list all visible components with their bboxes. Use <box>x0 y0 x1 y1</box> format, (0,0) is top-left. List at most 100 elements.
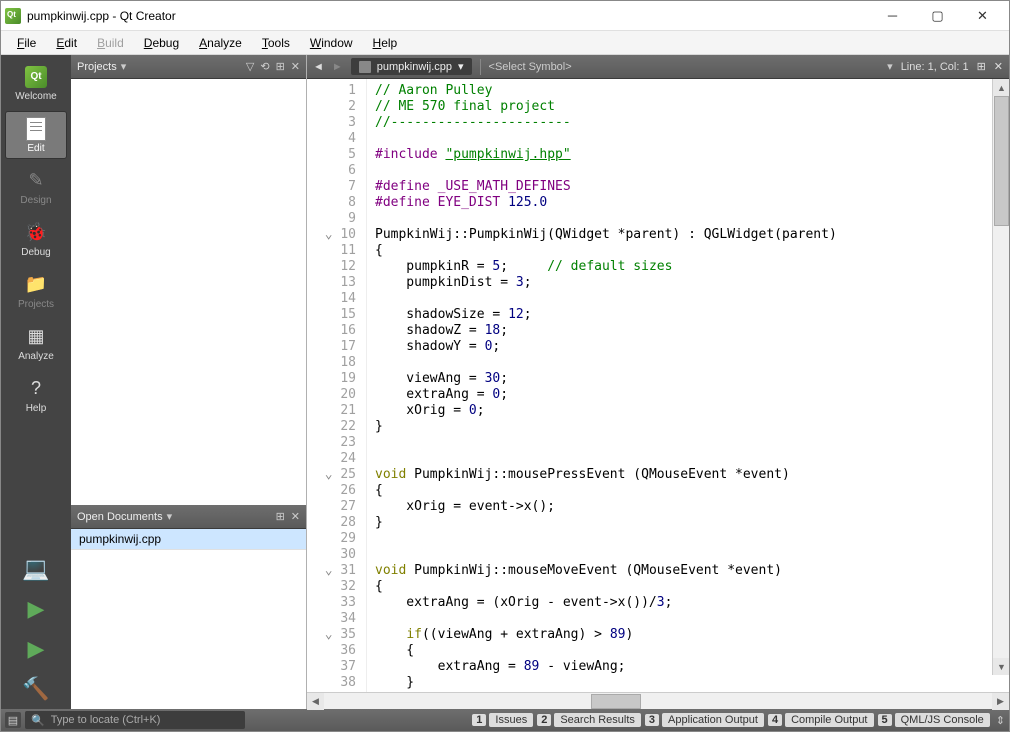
document-icon <box>24 117 48 141</box>
split-icon[interactable]: ⊞ <box>276 60 285 73</box>
horizontal-scrollbar[interactable]: ◀ ▶ <box>307 692 1009 709</box>
scrollbar-thumb[interactable] <box>994 96 1009 226</box>
tab-number: 3 <box>645 714 659 726</box>
close-pane-icon[interactable]: ✕ <box>291 60 300 73</box>
projects-pane-title: Projects <box>77 61 117 73</box>
locator-input[interactable]: 🔍 Type to locate (Ctrl+K) <box>25 711 245 729</box>
mode-label: Edit <box>27 143 44 154</box>
output-tab-application-output[interactable]: 3Application Output <box>645 713 764 727</box>
menu-help[interactable]: Help <box>363 33 408 53</box>
tab-number: 5 <box>878 714 892 726</box>
close-button[interactable]: ✕ <box>960 2 1005 30</box>
mode-sidebar: Qt Welcome Edit ✎ Design 🐞 Debug 📁 Projects ▦Anal… <box>1 55 71 709</box>
output-tab-qml-js-console[interactable]: 5QML/JS Console <box>878 713 990 727</box>
action-build[interactable]: 🔨 <box>5 669 67 709</box>
mode-label: Welcome <box>15 91 57 102</box>
brush-icon: ✎ <box>24 169 48 193</box>
output-tab-issues[interactable]: 1Issues <box>472 713 533 727</box>
mode-projects: 📁 Projects <box>5 267 67 315</box>
tab-label: Search Results <box>554 713 641 727</box>
editor-filename: pumpkinwij.cpp <box>377 61 452 73</box>
mode-design: ✎ Design <box>5 163 67 211</box>
menu-edit[interactable]: Edit <box>46 33 87 53</box>
tab-label: Compile Output <box>785 713 873 727</box>
scroll-down-icon[interactable]: ▼ <box>993 658 1009 675</box>
open-docs-title: Open Documents <box>77 511 163 523</box>
projects-pane-header[interactable]: Projects ▾ ▽ ⟲ ⊞ ✕ <box>71 55 306 79</box>
split-editor-icon[interactable]: ⊞ <box>977 60 986 73</box>
menu-build: Build <box>87 33 134 53</box>
sync-icon[interactable]: ⟲ <box>260 60 269 73</box>
menu-analyze[interactable]: Analyze <box>189 33 252 53</box>
action-play[interactable]: ▶ <box>5 589 67 629</box>
editor-area: ◄ ► pumpkinwij.cpp ▾ <Select Symbol> ▾ L… <box>307 55 1009 709</box>
output-expand-icon[interactable]: ⇕ <box>996 714 1005 727</box>
scroll-left-icon[interactable]: ◀ <box>307 693 324 710</box>
chevron-down-icon[interactable]: ▾ <box>167 510 173 523</box>
code-editor[interactable]: 1 2 3 4 5 6 7 8 9⌄ 10 11 12 13 14 15 16 … <box>307 79 1009 692</box>
menu-debug[interactable]: Debug <box>134 33 189 53</box>
chevron-down-icon[interactable]: ▾ <box>887 60 893 73</box>
close-pane-icon[interactable]: ✕ <box>291 510 300 523</box>
split-icon[interactable]: ⊞ <box>276 510 285 523</box>
nav-forward-button[interactable]: ► <box>332 61 343 73</box>
tab-label: Issues <box>489 713 533 727</box>
symbol-selector[interactable]: <Select Symbol> <box>489 61 572 73</box>
computer-icon: 💻 <box>22 556 49 582</box>
qt-logo-icon: Qt <box>24 65 48 89</box>
window-titlebar: pumpkinwij.cpp - Qt Creator ─ ▢ ✕ <box>1 1 1009 31</box>
tab-number: 2 <box>537 714 551 726</box>
vertical-scrollbar[interactable]: ▲ ▼ <box>992 79 1009 675</box>
line-number-gutter: 1 2 3 4 5 6 7 8 9⌄ 10 11 12 13 14 15 16 … <box>307 79 367 692</box>
menu-tools[interactable]: Tools <box>252 33 300 53</box>
chevron-down-icon[interactable]: ▾ <box>121 60 127 73</box>
filter-icon[interactable]: ▽ <box>246 60 254 73</box>
folder-icon: 📁 <box>24 273 48 297</box>
open-docs-header[interactable]: Open Documents ▾ ⊞ ✕ <box>71 505 306 529</box>
separator <box>480 59 481 75</box>
nav-back-button[interactable]: ◄ <box>313 61 324 73</box>
editor-file-selector[interactable]: pumpkinwij.cpp ▾ <box>351 58 472 75</box>
hide-sidebar-icon[interactable]: ▤ <box>5 712 21 728</box>
scrollbar-thumb[interactable] <box>591 694 641 709</box>
status-bar: ▤ 🔍 Type to locate (Ctrl+K) 1Issues 2Sear… <box>1 709 1009 731</box>
scroll-right-icon[interactable]: ▶ <box>992 693 1009 710</box>
mode-help[interactable]: ? Help <box>5 371 67 419</box>
qt-logo-icon <box>5 8 21 24</box>
help-icon: ? <box>24 377 48 401</box>
minimize-button[interactable]: ─ <box>870 2 915 30</box>
tab-number: 1 <box>472 714 486 726</box>
editor-toolbar: ◄ ► pumpkinwij.cpp ▾ <Select Symbol> ▾ L… <box>307 55 1009 79</box>
chart-icon: ▦ <box>24 325 48 349</box>
maximize-button[interactable]: ▢ <box>915 2 960 30</box>
locator-placeholder: Type to locate (Ctrl+K) <box>51 714 161 726</box>
window-title: pumpkinwij.cpp - Qt Creator <box>27 9 870 23</box>
play-debug-icon: ▶ <box>28 636 45 662</box>
output-tab-search-results[interactable]: 2Search Results <box>537 713 641 727</box>
action-playdbg[interactable]: ▶ <box>5 629 67 669</box>
tab-label: Application Output <box>662 713 764 727</box>
code-text[interactable]: // Aaron Pulley// ME 570 final project//… <box>367 79 1009 692</box>
scroll-up-icon[interactable]: ▲ <box>993 79 1009 96</box>
mode-analyze[interactable]: ▦Analyze <box>5 319 67 367</box>
menu-window[interactable]: Window <box>300 33 363 53</box>
bug-icon: 🐞 <box>24 221 48 245</box>
mode-welcome[interactable]: Qt Welcome <box>5 59 67 107</box>
mode-label: Help <box>26 403 47 414</box>
menu-file[interactable]: File <box>7 33 46 53</box>
close-editor-icon[interactable]: ✕ <box>994 60 1003 73</box>
cpp-file-icon <box>359 61 371 73</box>
open-doc-item[interactable]: pumpkinwij.cpp <box>71 529 306 550</box>
mode-label: Design <box>20 195 51 206</box>
search-icon: 🔍 <box>31 714 45 727</box>
mode-debug[interactable]: 🐞 Debug <box>5 215 67 263</box>
action-comp[interactable]: 💻 <box>5 549 67 589</box>
output-tab-compile-output[interactable]: 4Compile Output <box>768 713 874 727</box>
mode-edit[interactable]: Edit <box>5 111 67 159</box>
mode-label: Projects <box>18 299 54 310</box>
projects-tree[interactable] <box>71 79 306 505</box>
side-pane: Projects ▾ ▽ ⟲ ⊞ ✕ Open Documents ▾ ⊞ ✕ … <box>71 55 307 709</box>
play-icon: ▶ <box>28 596 45 622</box>
tab-label: QML/JS Console <box>895 713 990 727</box>
mode-label: Debug <box>21 247 50 258</box>
